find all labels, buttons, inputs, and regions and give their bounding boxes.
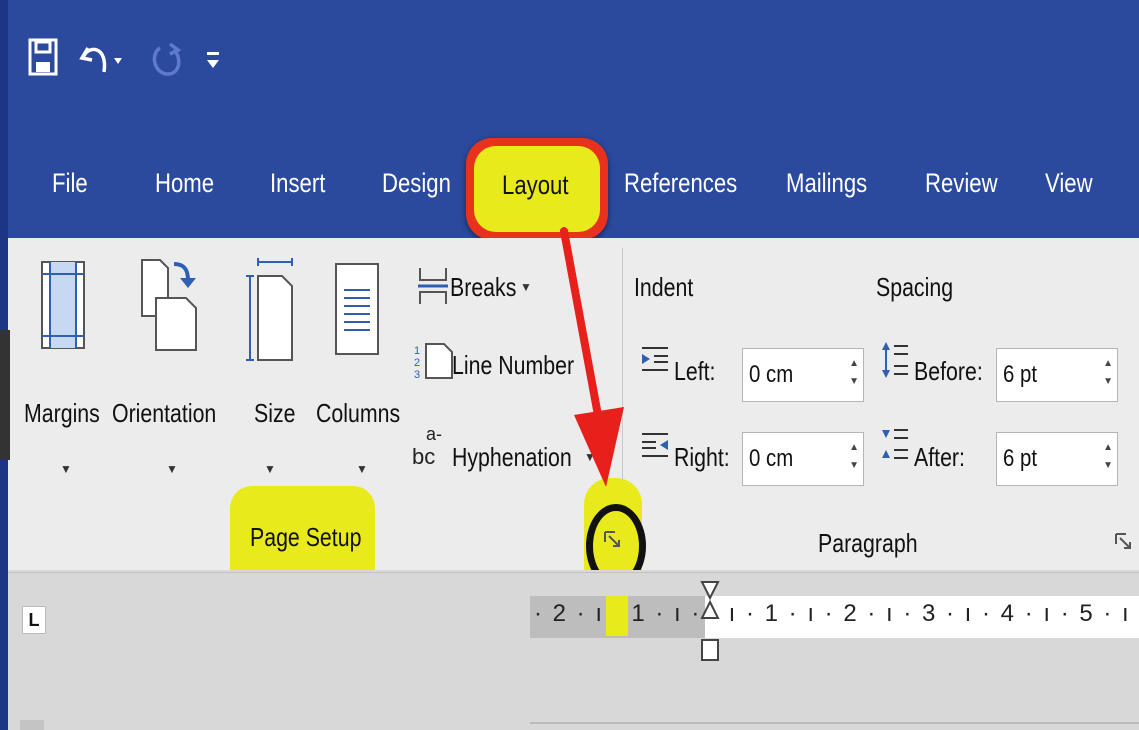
margins-button[interactable]: Margins [24, 398, 100, 429]
page-edge [530, 722, 1139, 724]
tab-selector[interactable]: L [22, 606, 46, 634]
orientation-dropdown-icon[interactable]: ▼ [166, 462, 178, 476]
indent-left-label: Left: [674, 356, 716, 386]
spacing-before-icon [880, 340, 910, 385]
tab-review[interactable]: Review [925, 168, 998, 199]
size-dropdown-icon[interactable]: ▼ [264, 462, 276, 476]
redo-icon[interactable] [150, 38, 186, 85]
indent-right-icon [640, 430, 670, 465]
margins-dropdown-icon[interactable]: ▼ [60, 462, 72, 476]
columns-dropdown-icon[interactable]: ▼ [356, 462, 368, 476]
tab-mailings[interactable]: Mailings [786, 168, 867, 199]
indent-marker-icon[interactable] [700, 580, 720, 669]
paragraph-group-label: Paragraph [818, 528, 918, 558]
tab-view[interactable]: View [1045, 168, 1093, 199]
spacing-before-spinner-icon[interactable]: ▲ ▼ [1103, 355, 1113, 391]
indent-right-field[interactable]: 0 cm ▲ ▼ [742, 432, 864, 486]
columns-icon[interactable] [334, 262, 382, 361]
line-numbers-icon[interactable]: 123 [414, 340, 454, 385]
word-window: File Home Insert Design Layout Reference… [0, 0, 1139, 730]
indent-right-spinner-icon[interactable]: ▲ ▼ [849, 439, 859, 475]
svg-text:3: 3 [414, 369, 420, 380]
ribbon-bottom-border [8, 572, 1139, 573]
indent-left-field[interactable]: 0 cm ▲ ▼ [742, 348, 864, 402]
spacing-before-field[interactable]: 6 pt ▲ ▼ [996, 348, 1118, 402]
svg-text:1: 1 [414, 345, 420, 357]
tab-file[interactable]: File [52, 168, 88, 199]
indent-left-spinner-icon[interactable]: ▲ ▼ [849, 355, 859, 391]
tab-insert[interactable]: Insert [270, 168, 325, 199]
spacing-before-label: Before: [914, 356, 983, 386]
spacing-after-label: After: [914, 442, 965, 472]
save-icon[interactable] [28, 38, 58, 83]
indent-label: Indent [634, 272, 694, 302]
size-button[interactable]: Size [254, 398, 295, 429]
tab-layout[interactable]: Layout [502, 170, 568, 201]
svg-text:a-: a- [426, 424, 442, 444]
vertical-ruler-corner [20, 720, 44, 730]
red-arrow-annotation [540, 225, 630, 500]
tab-references[interactable]: References [624, 168, 737, 199]
breaks-dropdown-icon[interactable]: ▼ [520, 280, 532, 294]
tab-design[interactable]: Design [382, 168, 451, 199]
hyphenation-icon[interactable]: a-bc [412, 424, 452, 473]
undo-icon[interactable] [78, 38, 124, 85]
paragraph-dialog-launcher-icon[interactable] [1114, 532, 1132, 555]
svg-text:bc: bc [412, 444, 435, 468]
spacing-after-icon [880, 424, 910, 469]
margins-icon[interactable] [40, 260, 86, 355]
spacing-label: Spacing [876, 272, 954, 302]
tab-home[interactable]: Home [155, 168, 214, 199]
page-setup-group-label: Page Setup [250, 522, 362, 552]
size-icon[interactable] [246, 258, 296, 373]
orientation-button[interactable]: Orientation [112, 398, 216, 429]
breaks-button[interactable]: Breaks [450, 272, 516, 303]
document-area [8, 570, 1139, 730]
launcher-highlight-tail [606, 596, 628, 636]
columns-button[interactable]: Columns [316, 398, 400, 429]
orientation-icon[interactable] [138, 258, 204, 359]
spacing-after-spinner-icon[interactable]: ▲ ▼ [1103, 439, 1113, 475]
indent-right-label: Right: [674, 442, 730, 472]
breaks-icon[interactable] [416, 266, 450, 311]
svg-text:2: 2 [414, 357, 420, 369]
window-edge-shadow [0, 330, 10, 460]
page-setup-dialog-launcher-icon[interactable] [603, 530, 621, 553]
customize-qat-icon[interactable] [205, 38, 221, 85]
indent-left-icon [640, 344, 670, 379]
spacing-after-field[interactable]: 6 pt ▲ ▼ [996, 432, 1118, 486]
